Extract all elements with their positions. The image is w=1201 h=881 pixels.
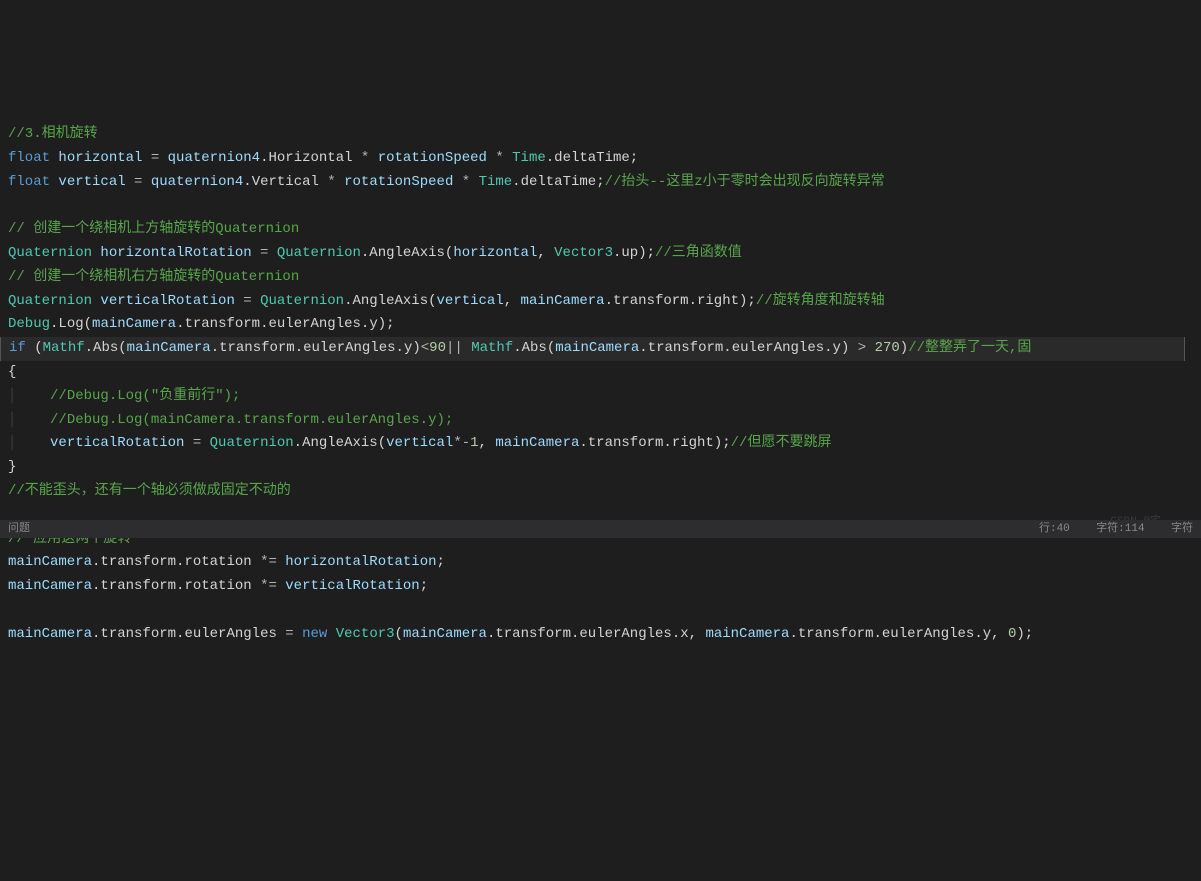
comment-line: //不能歪头，还有一个轴必须做成固定不动的 [8,483,291,499]
variable: horizontal [58,150,142,166]
statusbar: 问题 行:40 字符:114 字符 [0,520,1201,538]
comment-line: // 创建一个绕相机右方轴旋转的Quaternion [8,269,299,285]
code-editor[interactable]: //3.相机旋转 float horizontal = quaternion4.… [8,99,1193,666]
comment-line: //3.相机旋转 [8,126,98,142]
keyword: float [8,150,50,166]
current-line: if (Mathf.Abs(mainCamera.transform.euler… [0,337,1185,361]
statusbar-left[interactable]: 问题 [8,520,30,539]
comment-line: // 创建一个绕相机上方轴旋转的Quaternion [8,221,299,237]
statusbar-right: 行:40 字符:114 字符 [1039,520,1193,539]
